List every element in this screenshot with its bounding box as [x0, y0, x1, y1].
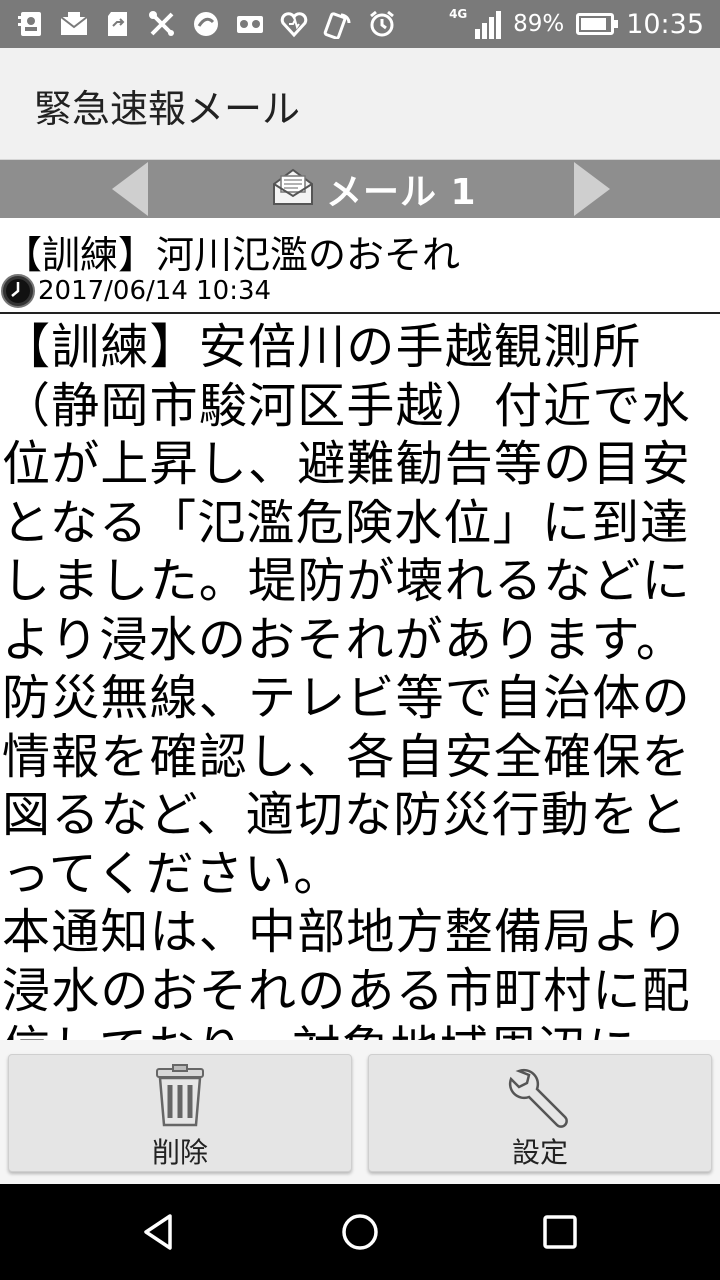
app-title-bar: 緊急速報メール — [0, 48, 720, 160]
next-mail-arrow-icon[interactable] — [574, 162, 610, 216]
signal-icon: 4G — [449, 7, 502, 39]
notification-icons — [14, 7, 398, 41]
sd-card-icon — [102, 9, 134, 39]
clock: 10:35 — [626, 8, 704, 40]
clock-icon — [0, 273, 36, 309]
status-bar: 4G 89% 10:35 — [0, 0, 720, 48]
message-date-row: 2017/06/14 10:34 — [0, 272, 271, 310]
message-date: 2017/06/14 10:34 — [38, 276, 272, 306]
battery-percent: 89% — [513, 11, 565, 37]
settings-label: 設定 — [511, 1136, 568, 1169]
delete-button[interactable]: 削除 — [8, 1054, 352, 1172]
delete-label: 削除 — [151, 1136, 208, 1169]
voicemail-icon — [234, 9, 266, 39]
battery-icon — [576, 13, 619, 35]
heart-icon — [278, 9, 310, 39]
settings-button[interactable]: 設定 — [368, 1054, 712, 1172]
envelope-icon — [270, 164, 316, 214]
sync-icon — [190, 9, 222, 39]
message-body[interactable]: 【訓練】安倍川の手越観測所（静岡市駿河区手越）付近で水位が上昇し、避難勧告等の目… — [0, 316, 720, 1040]
trash-icon — [147, 1063, 213, 1129]
action-bar: 削除 設定 — [0, 1040, 720, 1184]
mail-number-label: メール 1 — [326, 172, 477, 213]
mail-number-indicator: メール 1 — [270, 160, 477, 218]
back-icon[interactable] — [136, 1208, 184, 1256]
wrench-icon — [507, 1063, 573, 1129]
tools-icon — [146, 9, 178, 39]
status-right: 4G 89% 10:35 — [449, 0, 704, 48]
mail-navigation-bar: メール 1 — [0, 160, 720, 218]
alarm-icon — [366, 9, 398, 39]
message-subject: 【訓練】河川氾濫のおそれ — [4, 233, 461, 277]
previous-mail-arrow-icon[interactable] — [112, 162, 148, 216]
message-body-text: 【訓練】安倍川の手越観測所（静岡市駿河区手越）付近で水位が上昇し、避難勧告等の目… — [2, 319, 691, 1040]
system-navigation-bar — [0, 1184, 720, 1280]
contacts-icon — [14, 9, 46, 39]
app-title: 緊急速報メール — [34, 87, 301, 131]
nfc-icon — [322, 9, 354, 39]
home-icon[interactable] — [336, 1208, 384, 1256]
mail-icon — [58, 9, 90, 39]
recent-apps-icon[interactable] — [536, 1208, 584, 1256]
network-type: 4G — [449, 7, 468, 21]
